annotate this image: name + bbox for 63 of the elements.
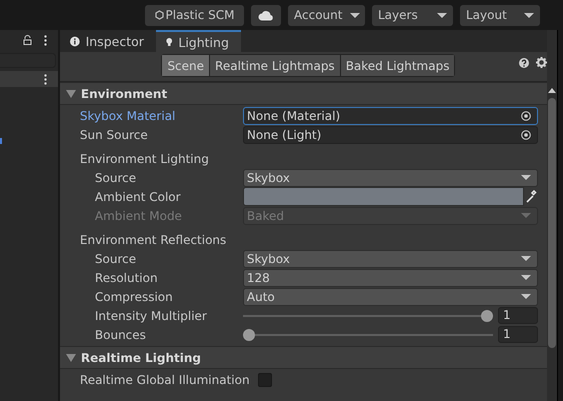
toolbar-dropdown[interactable]: Layers	[372, 4, 453, 26]
light-bulb-icon	[166, 36, 172, 48]
slider-thumb[interactable]	[242, 328, 255, 340]
hexagon-icon	[154, 10, 164, 20]
number-field[interactable]: 1	[498, 326, 538, 343]
info-icon	[70, 36, 80, 46]
object-field[interactable]: None (Material)	[242, 106, 538, 124]
property-label: Realtime Global Illumination	[80, 372, 250, 386]
scrollbar-thumb[interactable]	[548, 98, 556, 348]
kebab-menu-icon[interactable]	[44, 34, 47, 46]
scrollbar[interactable]	[547, 30, 557, 401]
number-field[interactable]: 1	[498, 307, 538, 324]
property-label: Source	[94, 170, 138, 184]
caret-icon	[521, 294, 532, 299]
toolbar-dropdown[interactable]: Account	[288, 4, 365, 26]
section-header[interactable]: Environment	[60, 82, 548, 105]
panel-tab[interactable]: Lighting	[156, 30, 241, 52]
lock-icon[interactable]	[22, 35, 32, 45]
property-label: Environment Lighting	[80, 152, 210, 166]
plastic-scm-button[interactable]: Plastic SCM	[145, 4, 244, 26]
mode-tab[interactable]: Scene	[162, 55, 210, 76]
cloud-icon	[258, 10, 274, 20]
help-icon[interactable]	[519, 58, 530, 68]
property-label: Environment Reflections	[80, 232, 228, 246]
dropdown-field[interactable]: Skybox	[242, 250, 538, 268]
selection-marker	[0, 138, 2, 144]
target-icon[interactable]	[521, 110, 532, 120]
slider-thumb[interactable]	[481, 310, 494, 322]
property-label: Ambient Color	[94, 190, 182, 204]
property-label: Compression	[94, 290, 174, 304]
dropdown-field[interactable]: Skybox	[242, 168, 538, 186]
caret-icon	[437, 12, 447, 18]
caret-icon	[521, 256, 532, 261]
caret-icon	[521, 175, 532, 180]
panel-tab[interactable]: Inspector	[60, 30, 156, 52]
property-label: Source	[94, 252, 138, 266]
cloud-button[interactable]	[251, 4, 281, 26]
mode-tab[interactable]: Baked Lightmaps	[340, 55, 454, 76]
property-label: Sun Source	[80, 128, 149, 142]
checkbox[interactable]	[258, 372, 272, 386]
slider[interactable]	[242, 310, 494, 322]
section-title: Environment	[80, 86, 168, 100]
property-label: Intensity Multiplier	[94, 308, 208, 322]
section-title: Realtime Lighting	[80, 350, 202, 364]
section-header[interactable]: Realtime Lighting	[60, 346, 548, 369]
property-label: Ambient Mode	[94, 208, 183, 222]
dropdown-field[interactable]: 128	[242, 268, 538, 286]
caret-icon	[350, 12, 360, 18]
slider[interactable]	[242, 328, 494, 340]
color-swatch-field[interactable]	[242, 187, 524, 206]
mode-tab[interactable]: Realtime Lightmaps	[210, 55, 340, 76]
property-label: Bounces	[94, 328, 147, 342]
dropdown-field[interactable]: Auto	[242, 288, 538, 306]
kebab-menu-icon[interactable]	[44, 74, 47, 84]
caret-icon	[524, 12, 534, 18]
object-field[interactable]: None (Light)	[242, 126, 538, 144]
property-label: Skybox Material	[80, 108, 176, 122]
caret-icon	[521, 213, 532, 218]
settings-icon[interactable]	[536, 57, 548, 68]
caret-icon	[521, 275, 532, 280]
property-label: Resolution	[94, 270, 159, 284]
toolbar-dropdown[interactable]: Layout	[460, 4, 540, 26]
target-icon[interactable]	[521, 130, 532, 140]
